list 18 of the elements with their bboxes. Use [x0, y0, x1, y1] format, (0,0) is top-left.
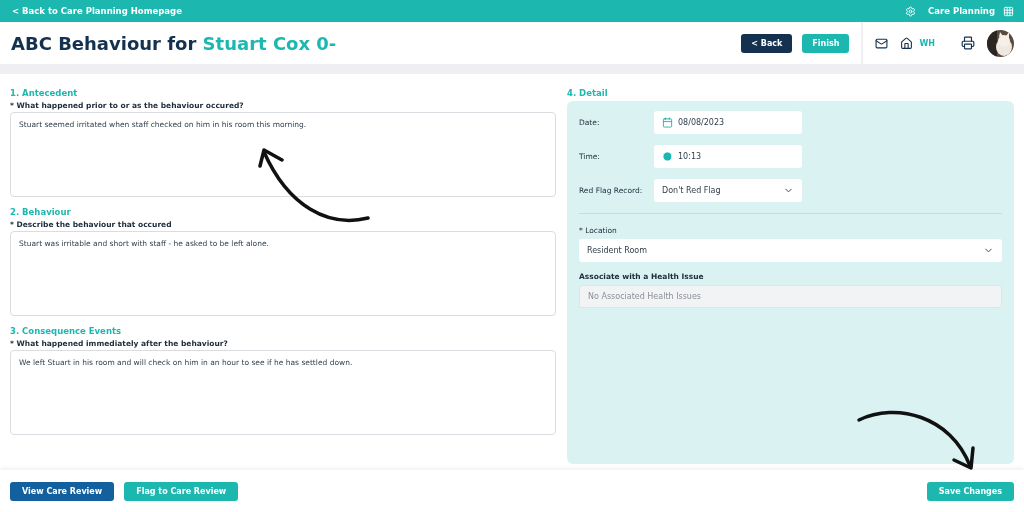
calendar-icon — [662, 117, 673, 128]
section-heading: 3. Consequence Events — [10, 326, 123, 336]
home-icon[interactable] — [900, 36, 914, 50]
app-name: Care Planning — [928, 6, 995, 16]
clock-icon — [662, 151, 673, 162]
section-heading: 1. Antecedent — [10, 88, 79, 98]
page-title: ABC Behaviour for Stuart Cox 0- — [11, 32, 338, 54]
back-button[interactable]: < Back — [741, 33, 793, 53]
location-dropdown[interactable]: Resident Room — [579, 239, 1002, 262]
dropdown[interactable]: Don't Red Flag — [654, 179, 802, 202]
mail-icon[interactable] — [875, 36, 889, 50]
section-heading: 4. Detail — [567, 88, 609, 98]
home-label: WH — [919, 38, 935, 48]
print-icon[interactable] — [961, 36, 975, 50]
time-field[interactable]: 10:13 — [654, 145, 802, 168]
section-heading: 2. Behaviour — [10, 207, 72, 217]
date-field[interactable]: 08/08/2023 — [654, 111, 802, 134]
view-review-button[interactable]: View Care Review — [10, 481, 115, 501]
